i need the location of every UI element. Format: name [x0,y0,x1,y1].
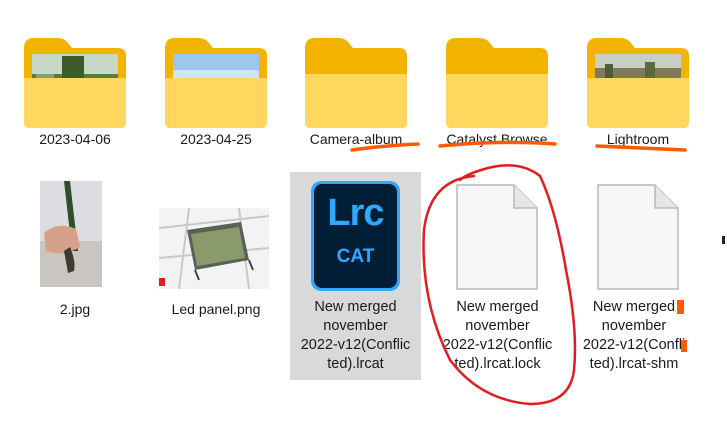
folder-label: 2023-04-06 [39,131,111,147]
folder-2023-04-25[interactable]: 2023-04-25 [151,20,281,160]
folder-camera-album[interactable]: Camera-album [291,20,421,160]
folder-icon [165,38,267,128]
file-led-panel-png[interactable]: Led panel.png [151,170,281,330]
lrc-icon-subtext: CAT [336,246,375,267]
folder-label: Lightroom [606,131,670,147]
folder-icon [587,38,689,128]
edge-mark [722,236,725,244]
generic-file-icon [456,184,538,290]
folder-label: Camera-album [309,131,403,147]
image-thumbnail [40,181,102,287]
lrc-icon-text: Lrc [327,192,384,234]
file-label: 2.jpg [59,301,91,317]
folder-lightroom[interactable]: Lightroom [573,20,703,160]
file-label: Led panel.png [171,301,261,317]
folder-icon [446,38,548,128]
image-thumbnail [159,208,269,289]
lightroom-catalog-icon: Lrc CAT [311,181,400,291]
folder-icon [305,38,407,128]
folder-2023-04-06[interactable]: 2023-04-06 [10,20,140,160]
file-lrcat-lock[interactable]: New merged november 2022-v12(Conflic ted… [432,172,563,380]
generic-file-icon [597,184,679,290]
folder-label: 2023-04-25 [180,131,252,147]
file-2-jpg[interactable]: 2.jpg [10,170,140,330]
folder-icon [24,38,126,128]
file-label: New merged november 2022-v12(Conflic ted… [442,299,553,372]
folder-label: Catalyst Browse [446,131,548,147]
file-label: New merged november 2022-v12(Conflic ted… [300,299,411,372]
file-lrcat-shm[interactable]: New merged november 2022-v12(Confli ted)… [573,172,704,380]
file-lrcat[interactable]: Lrc CAT New merged november 2022-v12(Con… [290,172,421,380]
folder-catalyst-browse[interactable]: Catalyst Browse [432,20,562,160]
file-label: New merged november 2022-v12(Confli ted)… [582,299,686,372]
